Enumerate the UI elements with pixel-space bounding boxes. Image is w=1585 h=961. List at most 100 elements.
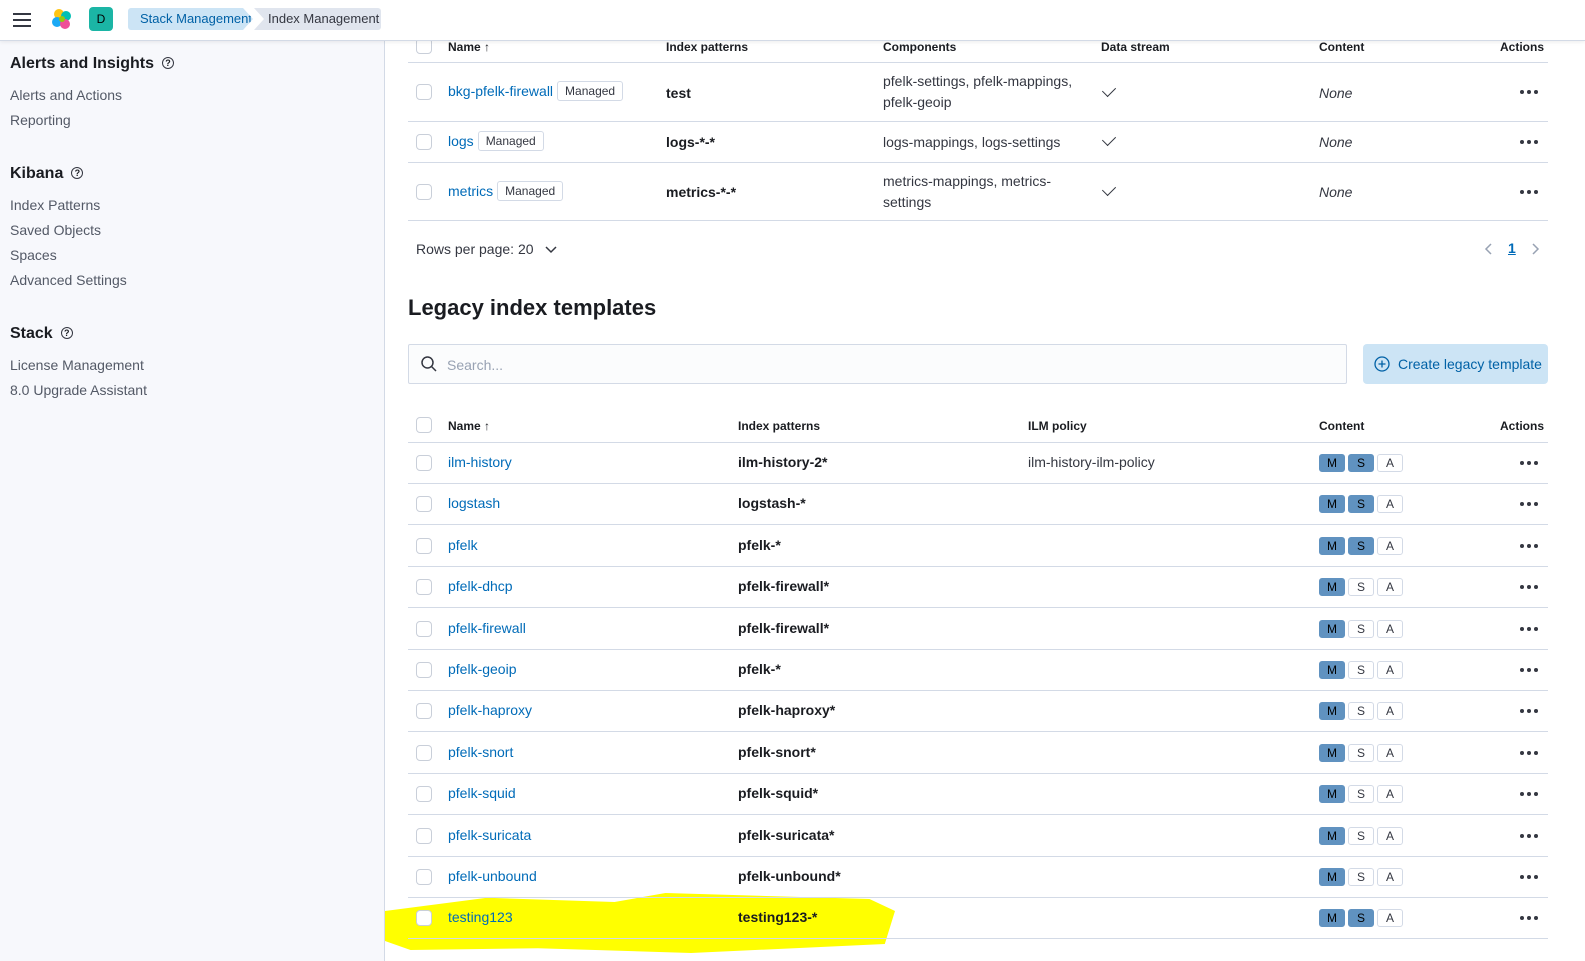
row-checkbox[interactable] xyxy=(416,84,432,100)
breadcrumb-stack-management[interactable]: Stack Management xyxy=(128,8,253,30)
row-checkbox[interactable] xyxy=(416,184,432,200)
breadcrumb-index-management: Index Management xyxy=(254,8,381,30)
row-checkbox[interactable] xyxy=(416,662,432,678)
content-settings-badge: S xyxy=(1348,454,1374,472)
template-name-link[interactable]: bkg-pfelk-firewall xyxy=(448,83,553,99)
sidebar-item-saved-objects[interactable]: Saved Objects xyxy=(10,222,101,238)
template-name-link[interactable]: pfelk-snort xyxy=(448,744,513,760)
ilm-policy-cell: ilm-history-ilm-policy xyxy=(1028,454,1155,470)
template-name-link[interactable]: logstash xyxy=(448,495,500,511)
content-settings-badge: S xyxy=(1348,744,1374,762)
content-mappings-badge: M xyxy=(1319,785,1345,803)
row-checkbox[interactable] xyxy=(416,496,432,512)
row-actions-icon[interactable] xyxy=(1520,709,1538,713)
content-mappings-badge: M xyxy=(1319,868,1345,886)
sidebar-item-spaces[interactable]: Spaces xyxy=(10,247,57,263)
row-actions-icon[interactable] xyxy=(1520,585,1538,589)
row-checkbox[interactable] xyxy=(416,455,432,471)
pagination-prev-icon[interactable] xyxy=(1484,243,1492,255)
row-checkbox[interactable] xyxy=(416,703,432,719)
row-divider xyxy=(408,442,1548,443)
template-name-link[interactable]: pfelk-dhcp xyxy=(448,578,513,594)
content-cell: None xyxy=(1319,184,1353,200)
sidebar-item-reporting[interactable]: Reporting xyxy=(10,112,71,128)
column-header-name[interactable]: Name ↑ xyxy=(448,419,490,433)
row-divider xyxy=(408,690,1548,691)
row-checkbox[interactable] xyxy=(416,538,432,554)
select-all-checkbox[interactable] xyxy=(416,417,432,433)
create-legacy-template-label: Create legacy template xyxy=(1398,356,1542,372)
sidebar-item-upgrade-assistant[interactable]: 8.0 Upgrade Assistant xyxy=(10,382,147,398)
row-actions-icon[interactable] xyxy=(1520,190,1538,194)
create-legacy-template-button[interactable]: Create legacy template xyxy=(1363,344,1548,384)
row-actions-icon[interactable] xyxy=(1520,668,1538,672)
help-icon[interactable]: ? xyxy=(71,167,84,179)
template-name-link[interactable]: logs xyxy=(448,133,474,149)
data-stream-check-icon xyxy=(1101,131,1117,147)
content-aliases-badge: A xyxy=(1377,909,1403,927)
content-aliases-badge: A xyxy=(1377,495,1403,513)
pagination-next-icon[interactable] xyxy=(1532,243,1540,255)
managed-badge: Managed xyxy=(477,131,544,151)
row-checkbox[interactable] xyxy=(416,869,432,885)
sidebar-item-license-management[interactable]: License Management xyxy=(10,357,144,373)
row-actions-icon[interactable] xyxy=(1520,90,1538,94)
index-pattern-cell: pfelk-suricata* xyxy=(738,827,835,843)
row-actions-icon[interactable] xyxy=(1520,792,1538,796)
sidebar-item-advanced-settings[interactable]: Advanced Settings xyxy=(10,272,127,288)
row-actions-icon[interactable] xyxy=(1520,544,1538,548)
template-name-link[interactable]: pfelk-unbound xyxy=(448,868,537,884)
template-name-link[interactable]: pfelk-haproxy xyxy=(448,702,532,718)
template-name-link[interactable]: pfelk-suricata xyxy=(448,827,531,843)
template-name-link[interactable]: ilm-history xyxy=(448,454,512,470)
row-divider xyxy=(408,62,1548,63)
components-cell-line: metrics-mappings, metrics- xyxy=(883,173,1052,189)
hamburger-menu-icon[interactable] xyxy=(11,9,33,31)
help-icon[interactable]: ? xyxy=(60,327,73,339)
row-actions-icon[interactable] xyxy=(1520,461,1538,465)
rows-per-page-select[interactable]: Rows per page: 20 xyxy=(416,239,557,260)
content-settings-badge: S xyxy=(1348,868,1374,886)
row-actions-icon[interactable] xyxy=(1520,751,1538,755)
row-actions-icon[interactable] xyxy=(1520,502,1538,506)
search-input[interactable] xyxy=(447,355,1327,375)
row-divider xyxy=(408,607,1548,608)
template-name-link[interactable]: metrics xyxy=(448,183,493,199)
row-actions-icon[interactable] xyxy=(1520,875,1538,879)
pagination-page-1[interactable]: 1 xyxy=(1508,240,1516,256)
row-checkbox[interactable] xyxy=(416,579,432,595)
row-actions-icon[interactable] xyxy=(1520,140,1538,144)
content-settings-badge: S xyxy=(1348,785,1374,803)
row-actions-icon[interactable] xyxy=(1520,834,1538,838)
sidebar-group-label: Kibana xyxy=(10,165,64,182)
template-name-link[interactable]: pfelk xyxy=(448,537,478,553)
sidebar-group-title: Alerts and Insights? xyxy=(10,55,175,73)
row-actions-icon[interactable] xyxy=(1520,916,1538,920)
row-checkbox[interactable] xyxy=(416,621,432,637)
row-actions-icon[interactable] xyxy=(1520,627,1538,631)
column-header-content: Content xyxy=(1319,40,1365,54)
sidebar-item-alerts-and-actions[interactable]: Alerts and Actions xyxy=(10,87,122,103)
template-name-link[interactable]: pfelk-squid xyxy=(448,785,516,801)
table-row-name: metrics Managed xyxy=(448,181,564,201)
sidebar-group-title: Kibana? xyxy=(10,165,84,183)
row-checkbox[interactable] xyxy=(416,134,432,150)
space-avatar[interactable]: D xyxy=(89,7,113,31)
column-header-name[interactable]: Name ↑ xyxy=(448,40,490,54)
template-name-link[interactable]: testing123 xyxy=(448,909,513,925)
content-mappings-badge: M xyxy=(1319,578,1345,596)
help-icon[interactable]: ? xyxy=(162,57,175,69)
row-checkbox[interactable] xyxy=(416,745,432,761)
data-stream-check-icon xyxy=(1101,82,1117,98)
column-header-components: Components xyxy=(883,40,957,54)
row-checkbox[interactable] xyxy=(416,828,432,844)
elastic-logo-icon[interactable] xyxy=(50,7,74,31)
content-mappings-badge: M xyxy=(1319,620,1345,638)
sidebar-item-index-patterns[interactable]: Index Patterns xyxy=(10,197,100,213)
content-cell: None xyxy=(1319,134,1353,150)
template-name-link[interactable]: pfelk-geoip xyxy=(448,661,517,677)
row-checkbox[interactable] xyxy=(416,910,432,926)
template-name-link[interactable]: pfelk-firewall xyxy=(448,620,526,636)
legacy-search-field[interactable] xyxy=(408,344,1347,384)
row-checkbox[interactable] xyxy=(416,786,432,802)
